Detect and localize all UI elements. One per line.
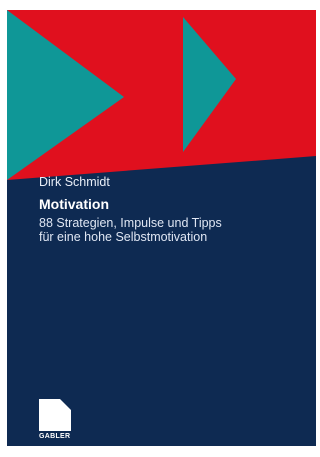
subtitle-line-2: für eine hohe Selbstmotivation bbox=[39, 230, 208, 244]
book-cover: Dirk Schmidt Motivation 88 Strategien, I… bbox=[7, 10, 316, 446]
logo-square bbox=[39, 399, 71, 431]
publisher-name: GABLER bbox=[39, 433, 71, 440]
cover-text: Dirk Schmidt Motivation 88 Strategien, I… bbox=[39, 174, 309, 244]
subtitle-line-1: 88 Strategien, Impulse und Tipps bbox=[39, 216, 222, 230]
page: Dirk Schmidt Motivation 88 Strategien, I… bbox=[0, 0, 319, 457]
gabler-logo-icon: GABLER bbox=[39, 399, 77, 445]
book-subtitle: 88 Strategien, Impulse und Tipps für ein… bbox=[39, 216, 309, 244]
author-name: Dirk Schmidt bbox=[39, 175, 110, 189]
book-title: Motivation bbox=[39, 196, 109, 212]
